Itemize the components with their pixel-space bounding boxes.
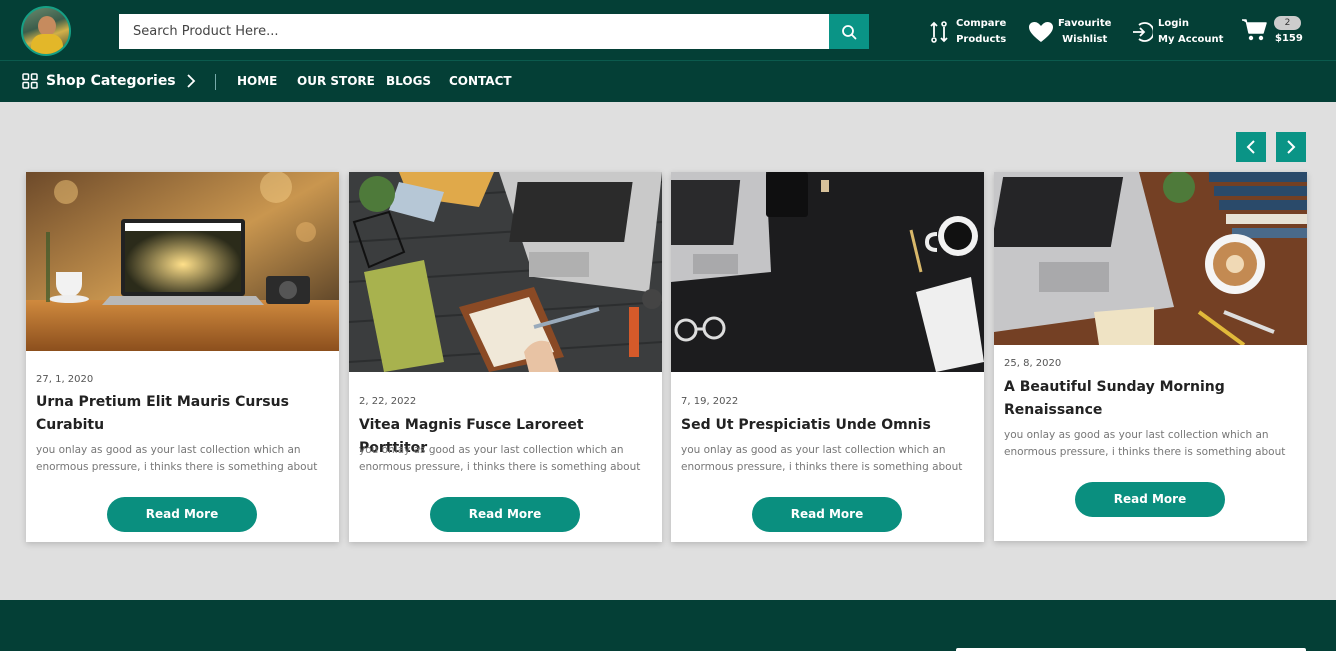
wishlist-label: Favourite Wishlist (1058, 16, 1111, 48)
blog-date: 7, 19, 2022 (681, 396, 739, 407)
blog-image-desk-notebook (349, 172, 662, 372)
blog-card: 27, 1, 2020 Urna Pretium Elit Mauris Cur… (26, 172, 339, 542)
blog-card: 2, 22, 2022 Vitea Magnis Fusce Laroreet … (349, 172, 662, 542)
cart-icon (1242, 19, 1267, 41)
read-more-button[interactable]: Read More (752, 497, 902, 532)
blog-title[interactable]: A Beautiful Sunday Morning Renaissance (1004, 376, 1299, 422)
logo-avatar[interactable] (21, 6, 71, 56)
cart-link[interactable] (1241, 18, 1267, 42)
blog-excerpt: you onlay as good as your last collectio… (36, 444, 318, 473)
login-icon (1133, 22, 1153, 42)
chevron-right-icon[interactable] (186, 73, 196, 89)
blog-image[interactable] (26, 172, 339, 351)
blog-image-coffee-laptop (994, 172, 1307, 345)
login-link[interactable]: Login My Account (1131, 16, 1223, 48)
search-button[interactable] (829, 14, 869, 49)
blog-excerpt: you onlay as good as your last collectio… (359, 444, 641, 473)
read-more-button[interactable]: Read More (107, 497, 257, 532)
wishlist-label-line2: Wishlist (1062, 34, 1108, 45)
blog-date: 2, 22, 2022 (359, 396, 417, 407)
blog-date: 25, 8, 2020 (1004, 358, 1062, 369)
blog-card: 25, 8, 2020 A Beautiful Sunday Morning R… (994, 172, 1307, 541)
compare-label: Compare Products (956, 16, 1006, 48)
wishlist-label-line1: Favourite (1058, 18, 1112, 29)
compare-label-line1: Compare (956, 18, 1007, 29)
avatar-body (31, 34, 63, 54)
grid-icon (22, 73, 38, 89)
cart-count-badge: 2 (1274, 16, 1301, 30)
blog-excerpt: you onlay as good as your last collectio… (681, 444, 963, 473)
blog-title[interactable]: Urna Pretium Elit Mauris Cursus Curabitu (36, 391, 331, 437)
compare-label-line2: Products (956, 34, 1007, 45)
footer (0, 600, 1336, 651)
blog-image[interactable] (671, 172, 984, 372)
nav-home[interactable]: HOME (237, 74, 277, 88)
compare-products-link[interactable]: Compare Products (928, 16, 1006, 48)
read-more-button[interactable]: Read More (430, 497, 580, 532)
nav-contact[interactable]: CONTACT (449, 74, 512, 88)
nav-blogs[interactable]: BLOGS (386, 74, 431, 88)
blog-title[interactable]: Sed Ut Prespiciatis Unde Omnis (681, 414, 976, 437)
shop-categories-label: Shop Categories (46, 73, 176, 89)
search-input[interactable] (119, 14, 829, 49)
login-label: Login My Account (1158, 16, 1223, 48)
login-label-line2: My Account (1158, 34, 1224, 45)
blog-image[interactable] (349, 172, 662, 372)
blog-image-dark-desk (671, 172, 984, 372)
shop-categories-menu[interactable]: Shop Categories (22, 73, 176, 89)
carousel-next-button[interactable] (1276, 132, 1306, 162)
blog-card: 7, 19, 2022 Sed Ut Prespiciatis Unde Omn… (671, 172, 984, 542)
nav-divider (215, 74, 216, 90)
avatar-face (38, 16, 56, 36)
wishlist-link[interactable]: Favourite Wishlist (1028, 16, 1111, 48)
nav-our-store[interactable]: OUR STORE (297, 74, 375, 88)
heart-icon (1029, 22, 1053, 42)
compare-icon (930, 21, 948, 43)
cart-total: $159 (1275, 33, 1303, 44)
blog-date: 27, 1, 2020 (36, 374, 94, 385)
chevron-right-icon (1287, 140, 1296, 154)
read-more-button[interactable]: Read More (1075, 482, 1225, 517)
carousel-prev-button[interactable] (1236, 132, 1266, 162)
blog-image[interactable] (994, 172, 1307, 345)
top-header: Compare Products Favourite Wishlist Logi… (0, 0, 1336, 61)
blog-excerpt: you onlay as good as your last collectio… (1004, 429, 1286, 458)
search-icon (842, 24, 857, 39)
chevron-left-icon (1246, 140, 1255, 154)
search-bar (119, 14, 869, 49)
main-nav: Shop Categories HOME OUR STORE BLOGS CON… (0, 61, 1336, 102)
login-label-line1: Login (1158, 18, 1189, 29)
blog-image-laptop-cafe (26, 172, 339, 351)
